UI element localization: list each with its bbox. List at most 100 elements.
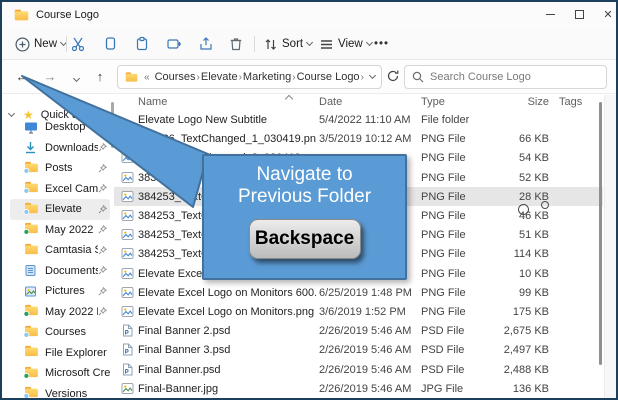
sidebar-item-label: Desktop [45, 121, 98, 133]
window-folder-icon [15, 10, 29, 21]
rename-button[interactable] [166, 33, 182, 55]
column-header-type[interactable]: Type [421, 96, 445, 108]
table-row[interactable]: 383366_TextChanged_1_030419.png3/5/2019 … [114, 130, 603, 149]
refresh-button[interactable] [386, 69, 400, 83]
up-button[interactable]: ↑ [90, 67, 110, 87]
new-button[interactable]: New [14, 33, 66, 55]
view-label: View [338, 38, 363, 50]
table-row[interactable]: Final Banner 3.psd2/26/2019 5:46 AMPSD F… [114, 341, 603, 360]
paste-icon [134, 36, 150, 52]
close-button[interactable]: ✕ [598, 6, 618, 24]
file-name: Elevate Logo New Subtitle [138, 114, 267, 126]
file-size: 175 KB [469, 306, 549, 318]
column-header-date[interactable]: Date [319, 96, 342, 108]
sidebar-item-desktop[interactable]: Desktop [10, 117, 110, 138]
file-date: 2/26/2019 5:46 AM [319, 364, 411, 376]
sidebar-item-may-2022-event[interactable]: May 2022 Event [10, 302, 110, 323]
sidebar-item-elevate[interactable]: Elevate [10, 199, 110, 220]
sidebar-item-file-explorer-shortcut[interactable]: File Explorer Shortcut [10, 343, 110, 364]
recent-locations-button[interactable] [66, 67, 86, 87]
pictures-icon [24, 285, 39, 298]
png-file-icon [121, 151, 135, 165]
toolbar-separator [254, 36, 255, 52]
maximize-button[interactable] [569, 6, 589, 24]
sidebar-item-versions[interactable]: Versions [10, 384, 110, 399]
breadcrumb-item[interactable]: Marketing [243, 71, 291, 83]
sidebar-item-downloads[interactable]: Downloads [10, 138, 110, 159]
table-row[interactable]: Final-Banner.jpg2/26/2019 5:46 AMJPG Fil… [114, 379, 603, 398]
file-type: PNG File [421, 172, 466, 184]
table-row[interactable]: Elevate Excel Logo on Monitors 600.png6/… [114, 283, 603, 302]
folder-icon [24, 345, 39, 360]
search-icon [412, 71, 424, 83]
view-button[interactable]: View [318, 33, 372, 55]
breadcrumb-segments: Courses›Elevate›Marketing›Course Logo› [155, 71, 365, 83]
right-gutter [604, 95, 618, 398]
sidebar-item-posts[interactable]: Posts [10, 158, 110, 179]
back-button[interactable]: ← [12, 67, 32, 87]
search-input[interactable]: Search Course Logo [404, 65, 607, 89]
folder-green-icon [24, 304, 39, 319]
breadcrumb-item[interactable]: Elevate [201, 71, 238, 83]
table-row[interactable]: Final Banner 2.psd2/26/2019 5:46 AMPSD F… [114, 322, 603, 341]
sidebar-item-pictures[interactable]: Pictures [10, 281, 110, 302]
cut-button[interactable] [70, 33, 86, 55]
folder-green-icon [24, 366, 39, 381]
new-label: New [34, 38, 57, 50]
chevron-down-icon[interactable] [369, 72, 376, 79]
sidebar-item-label: Posts [45, 162, 98, 174]
file-type: PSD File [421, 364, 464, 376]
table-row[interactable]: Final Banner.psd 2/26/2019 5:46 AM PSD Fil… [114, 360, 603, 379]
table-row[interactable]: Elevate Logo New Subtitle 5/4/2022 11:10 … [114, 111, 603, 130]
share-icon [198, 36, 214, 52]
column-header-tags[interactable]: Tags [559, 96, 582, 108]
sidebar-item-documents[interactable]: Documents [10, 261, 110, 282]
file-size: 10 KB [469, 268, 549, 280]
file-type: PNG File [421, 306, 466, 318]
file-size: 66 KB [469, 133, 549, 145]
sidebar-item-label: Versions [45, 388, 110, 398]
share-button[interactable] [198, 33, 214, 55]
backspace-key: Backspace [249, 219, 361, 259]
sidebar-item-label: Documents [45, 265, 98, 277]
cut-icon [70, 36, 86, 52]
sidebar-item-camtasia-studio[interactable]: Camtasia Studio [10, 240, 110, 261]
psd-file-icon [121, 363, 135, 377]
breadcrumb-item[interactable]: Courses [155, 71, 196, 83]
sidebar-item-microsoft-creators-w[interactable]: Microsoft Creators W [10, 363, 110, 384]
sidebar-item-label: Courses [45, 326, 110, 338]
new-plus-icon [14, 36, 30, 52]
documents-icon [24, 264, 39, 277]
column-header-name[interactable]: Name [138, 96, 167, 108]
sort-button[interactable]: Sort [262, 33, 312, 55]
file-type: PNG File [421, 229, 466, 241]
copy-button[interactable] [102, 33, 118, 55]
breadcrumb[interactable]: « Courses›Elevate›Marketing›Course Logo› [117, 65, 382, 89]
file-type: PNG File [421, 133, 466, 145]
column-header-size[interactable]: Size [469, 96, 549, 108]
sidebar-item-excel-campus[interactable]: Excel Campus [10, 179, 110, 200]
file-type: PNG File [421, 287, 466, 299]
sidebar-item-label: Elevate [45, 203, 98, 215]
delete-button[interactable] [228, 33, 244, 55]
file-name: Final Banner 3.psd [138, 344, 230, 356]
folder-sync-icon [24, 386, 39, 398]
sidebar-item-label: Excel Campus [45, 183, 98, 195]
file-list-scrollbar[interactable] [599, 102, 602, 365]
table-row[interactable]: Elevate Excel Logo on Monitors.png3/6/20… [114, 302, 603, 321]
sidebar-item-label: Microsoft Creators W [45, 367, 110, 379]
sidebar-item-courses[interactable]: Courses [10, 322, 110, 343]
file-date: 5/4/2022 11:10 AM [319, 114, 411, 126]
more-options-button[interactable]: ••• [374, 33, 389, 55]
breadcrumb-item[interactable]: Course Logo [297, 71, 360, 83]
file-name: Final Banner.psd [138, 364, 221, 376]
chevron-down-icon [366, 39, 373, 46]
file-size: 2,488 KB [469, 364, 549, 376]
sidebar-item-may-2022[interactable]: May 2022 [10, 220, 110, 241]
paste-button[interactable] [134, 33, 150, 55]
chevron-down-icon[interactable] [8, 110, 15, 117]
minimize-button[interactable] [540, 6, 560, 24]
pin-icon [98, 123, 107, 132]
file-type: PSD File [421, 325, 464, 337]
forward-button[interactable]: → [40, 67, 60, 87]
